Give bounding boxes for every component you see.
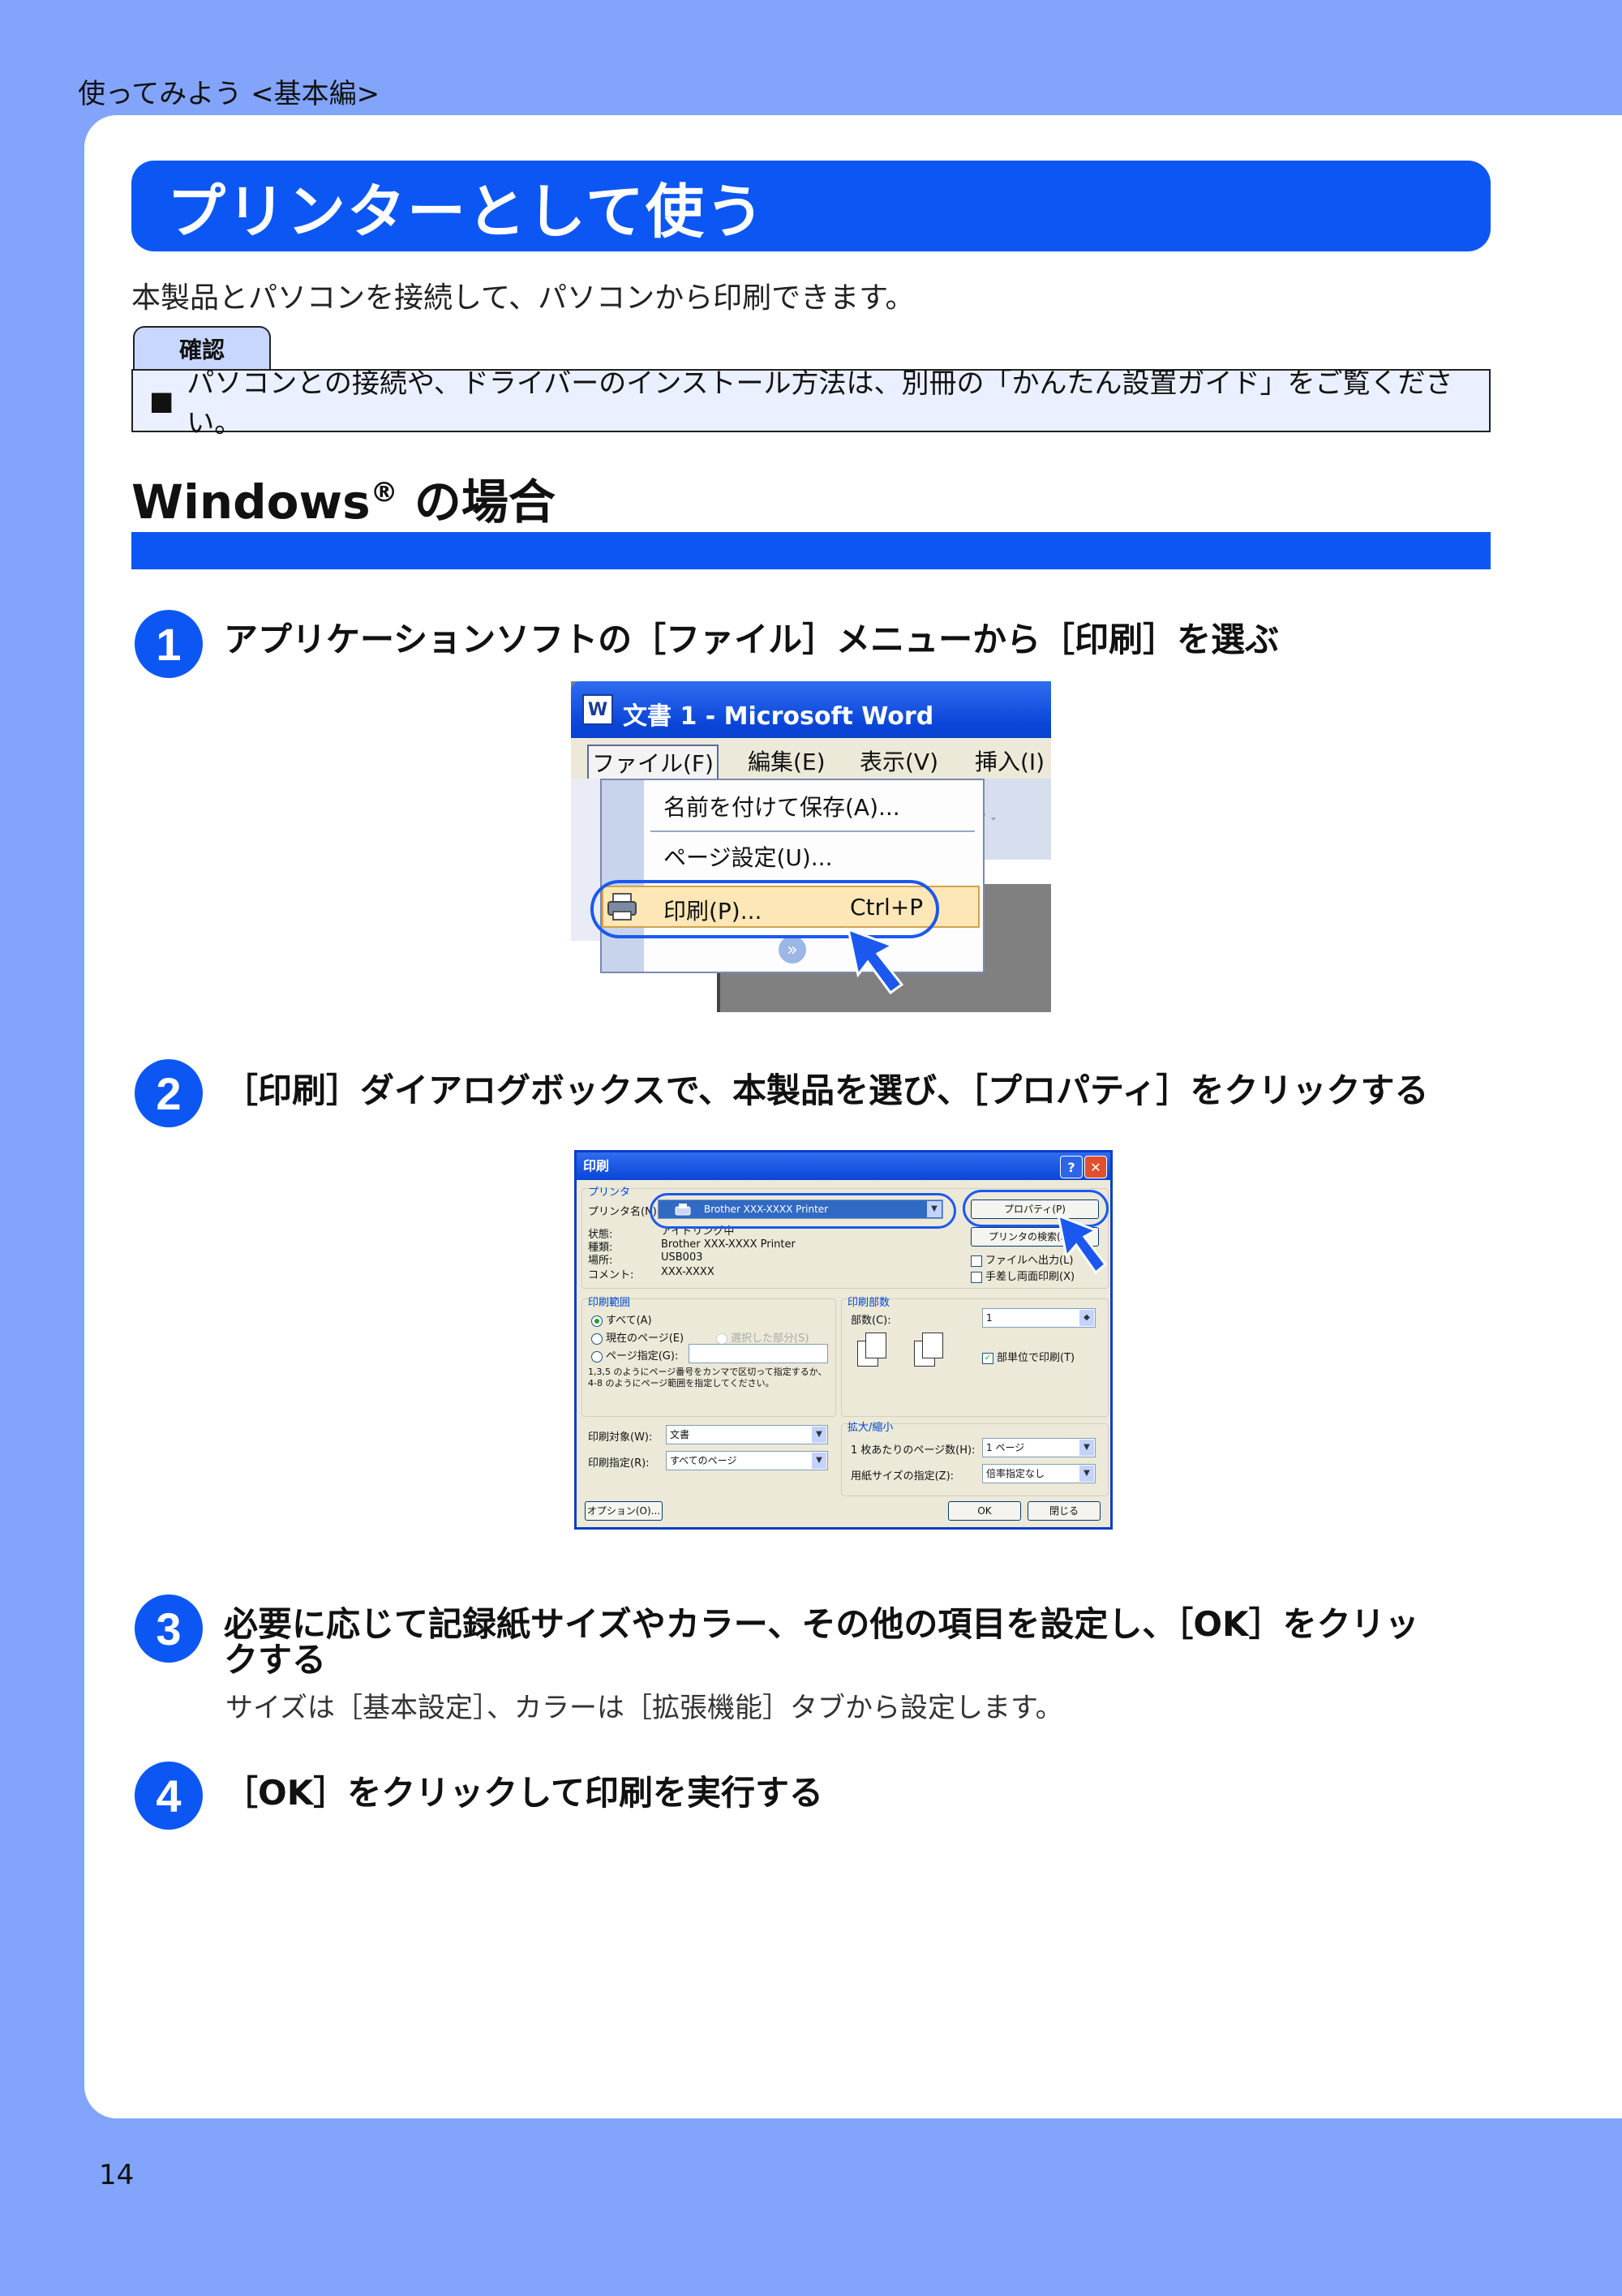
cursor-arrow-icon bbox=[846, 927, 904, 995]
menu-file[interactable]: ファイル(F) bbox=[587, 745, 719, 780]
spinner-icon[interactable]: ◆ bbox=[1079, 1310, 1094, 1326]
printer-group-label: プリンタ bbox=[588, 1187, 631, 1199]
checkbox-icon[interactable] bbox=[971, 1255, 982, 1267]
step-1-number: 1 bbox=[135, 610, 203, 678]
header-breadcrumb: 使ってみよう <基本編> bbox=[78, 78, 380, 110]
range-all-radio[interactable]: すべて(A) bbox=[591, 1311, 652, 1327]
scale-value: 倍率指定なし bbox=[986, 1468, 1045, 1479]
step-3-subtext: サイズは［基本設定］、カラーは［拡張機能］タブから設定します。 bbox=[225, 1692, 1063, 1724]
radio-icon[interactable] bbox=[591, 1315, 603, 1327]
registered-mark: ® bbox=[370, 476, 398, 509]
pages-per-sheet-value: 1 ページ bbox=[986, 1442, 1025, 1453]
menu-view[interactable]: 表示(V) bbox=[860, 745, 938, 777]
word-window-title: 文書 1 - Microsoft Word bbox=[623, 702, 934, 731]
checkbox-icon[interactable] bbox=[971, 1271, 982, 1283]
print-label: 印刷指定(R): bbox=[588, 1457, 650, 1470]
section-rule bbox=[131, 532, 1491, 569]
file-dropdown-menu: 名前を付けて保存(A)... ページ設定(U)... 印刷(P)... Ctrl… bbox=[600, 779, 985, 973]
type-value: Brother XXX-XXXX Printer bbox=[661, 1238, 796, 1251]
range-pages-input[interactable] bbox=[689, 1344, 828, 1363]
menu-expand-icon[interactable]: » bbox=[779, 936, 806, 963]
step-4-text: ［OK］をクリックして印刷を実行する bbox=[224, 1773, 823, 1813]
note-text: パソコンとの接続や、ドライバーのインストール方法は、別冊の「かんたん設置ガイド」… bbox=[187, 367, 1453, 440]
print-what-value: 文書 bbox=[670, 1429, 690, 1440]
chevron-down-icon[interactable]: ▼ bbox=[1079, 1440, 1094, 1456]
page-title-bar: プリンターとして使う bbox=[131, 161, 1491, 251]
comment-label: コメント: bbox=[588, 1269, 634, 1281]
where-value: USB003 bbox=[661, 1251, 703, 1264]
collate-label: 部単位で印刷(T) bbox=[997, 1352, 1075, 1364]
bullet-square-icon: ■ bbox=[149, 385, 174, 416]
range-current-radio[interactable]: 現在のページ(E) bbox=[591, 1329, 684, 1345]
zoom-group-label: 拡大/縮小 bbox=[847, 1422, 894, 1434]
copies-page-icon bbox=[865, 1333, 886, 1358]
collate-checkbox[interactable]: ✓ 部単位で印刷(T) bbox=[982, 1349, 1075, 1364]
word-app-icon: W bbox=[582, 694, 613, 725]
radio-icon bbox=[716, 1333, 727, 1345]
range-selection-radio: 選択した部分(S) bbox=[716, 1329, 809, 1345]
print-what-select[interactable]: 文書 ▼ bbox=[666, 1425, 828, 1444]
help-icon[interactable]: ? bbox=[1060, 1156, 1083, 1178]
comment-value: XXX-XXXX bbox=[661, 1266, 714, 1278]
scale-select[interactable]: 倍率指定なし ▼ bbox=[982, 1464, 1096, 1483]
range-pages-label: ページ指定(G): bbox=[606, 1350, 679, 1363]
menu-insert[interactable]: 挿入(I) bbox=[975, 745, 1045, 777]
print-what-label: 印刷対象(W): bbox=[588, 1431, 653, 1444]
printer-highlight-ellipse bbox=[650, 1193, 956, 1229]
menu-separator bbox=[650, 830, 975, 832]
pages-per-sheet-select[interactable]: 1 ページ ▼ bbox=[982, 1438, 1096, 1457]
step-3-number: 3 bbox=[135, 1594, 203, 1663]
step-2-text: ［印刷］ダイアログボックスで、本製品を選び、［プロパティ］をクリックする bbox=[224, 1071, 1429, 1110]
copies-page-icon bbox=[922, 1333, 943, 1358]
range-selection-label: 選択した部分(S) bbox=[731, 1333, 809, 1345]
section-title-main: Windows bbox=[131, 474, 371, 530]
section-title-rest: の場合 bbox=[397, 474, 556, 530]
intro-text: 本製品とパソコンを接続して、パソコンから印刷できます。 bbox=[131, 281, 915, 315]
close-icon[interactable]: ✕ bbox=[1084, 1156, 1107, 1178]
cursor-arrow-icon bbox=[1056, 1213, 1108, 1275]
word-menu-screenshot: W 文書 1 - Microsoft Word ファイル(F) 編集(E) 表示… bbox=[571, 681, 1051, 1012]
radio-icon[interactable] bbox=[591, 1350, 603, 1363]
copies-label: 部数(C): bbox=[851, 1315, 891, 1327]
scale-label: 用紙サイズの指定(Z): bbox=[851, 1470, 955, 1483]
chevron-down-icon[interactable]: ▼ bbox=[812, 1427, 826, 1443]
range-all-label: すべて(A) bbox=[606, 1315, 652, 1327]
options-button[interactable]: オプション(O)... bbox=[585, 1501, 663, 1521]
note-box: ■ パソコンとの接続や、ドライバーのインストール方法は、別冊の「かんたん設置ガイ… bbox=[131, 367, 1491, 440]
step-4-number: 4 bbox=[135, 1762, 203, 1830]
page-title: プリンターとして使う bbox=[167, 177, 766, 246]
copies-value: 1 bbox=[986, 1312, 993, 1324]
range-hint: 1,3,5 のようにページ番号をカンマで区切って指定するか、4-8 のようにペー… bbox=[588, 1367, 827, 1388]
page-number: 14 bbox=[99, 2159, 135, 2191]
dialog-title: 印刷 bbox=[583, 1158, 610, 1174]
word-menubar: ファイル(F) 編集(E) 表示(V) 挿入(I) bbox=[571, 738, 1051, 780]
step-2-number: 2 bbox=[135, 1059, 203, 1127]
step-3-text-line2: クする bbox=[224, 1640, 327, 1680]
print-select[interactable]: すべてのページ ▼ bbox=[666, 1451, 828, 1470]
close-button[interactable]: 閉じる bbox=[1028, 1501, 1101, 1521]
section-title: Windows® の場合 bbox=[131, 464, 556, 532]
where-label: 場所: bbox=[588, 1255, 613, 1267]
pages-per-sheet-label: 1 枚あたりのページ数(H): bbox=[851, 1444, 976, 1457]
step-3-text-line1: 必要に応じて記録紙サイズやカラー、その他の項目を設定し、［OK］をクリッ bbox=[224, 1604, 1419, 1644]
chevron-down-icon[interactable]: ▼ bbox=[1079, 1466, 1094, 1482]
menu-save-as[interactable]: 名前を付けて保存(A)... bbox=[663, 790, 900, 822]
menu-edit[interactable]: 編集(E) bbox=[748, 745, 826, 777]
zoom-group-frame bbox=[841, 1423, 1109, 1496]
range-current-label: 現在のページ(E) bbox=[606, 1333, 684, 1345]
range-group-label: 印刷範囲 bbox=[588, 1297, 631, 1309]
print-value: すべてのページ bbox=[670, 1455, 737, 1466]
chevron-down-icon[interactable]: ▼ bbox=[812, 1453, 826, 1469]
dropdown-icon-strip bbox=[602, 780, 644, 972]
radio-icon[interactable] bbox=[591, 1333, 603, 1345]
step-1-text: アプリケーションソフトの［ファイル］メニューから［印刷］を選ぶ bbox=[224, 620, 1280, 659]
menu-page-setup[interactable]: ページ設定(U)... bbox=[663, 840, 832, 873]
copies-input[interactable]: 1 ◆ bbox=[982, 1308, 1096, 1328]
range-pages-radio[interactable]: ページ指定(G): bbox=[591, 1347, 678, 1363]
ok-button[interactable]: OK bbox=[948, 1501, 1021, 1521]
dialog-titlebar: 印刷 bbox=[577, 1152, 1110, 1180]
copies-group-label: 印刷部数 bbox=[847, 1297, 890, 1309]
checkmark-icon[interactable]: ✓ bbox=[982, 1352, 993, 1364]
print-dialog-screenshot: 印刷 ? ✕ プリンタ プリンタ名(N): Brother XXX-XXXX P… bbox=[574, 1150, 1113, 1530]
